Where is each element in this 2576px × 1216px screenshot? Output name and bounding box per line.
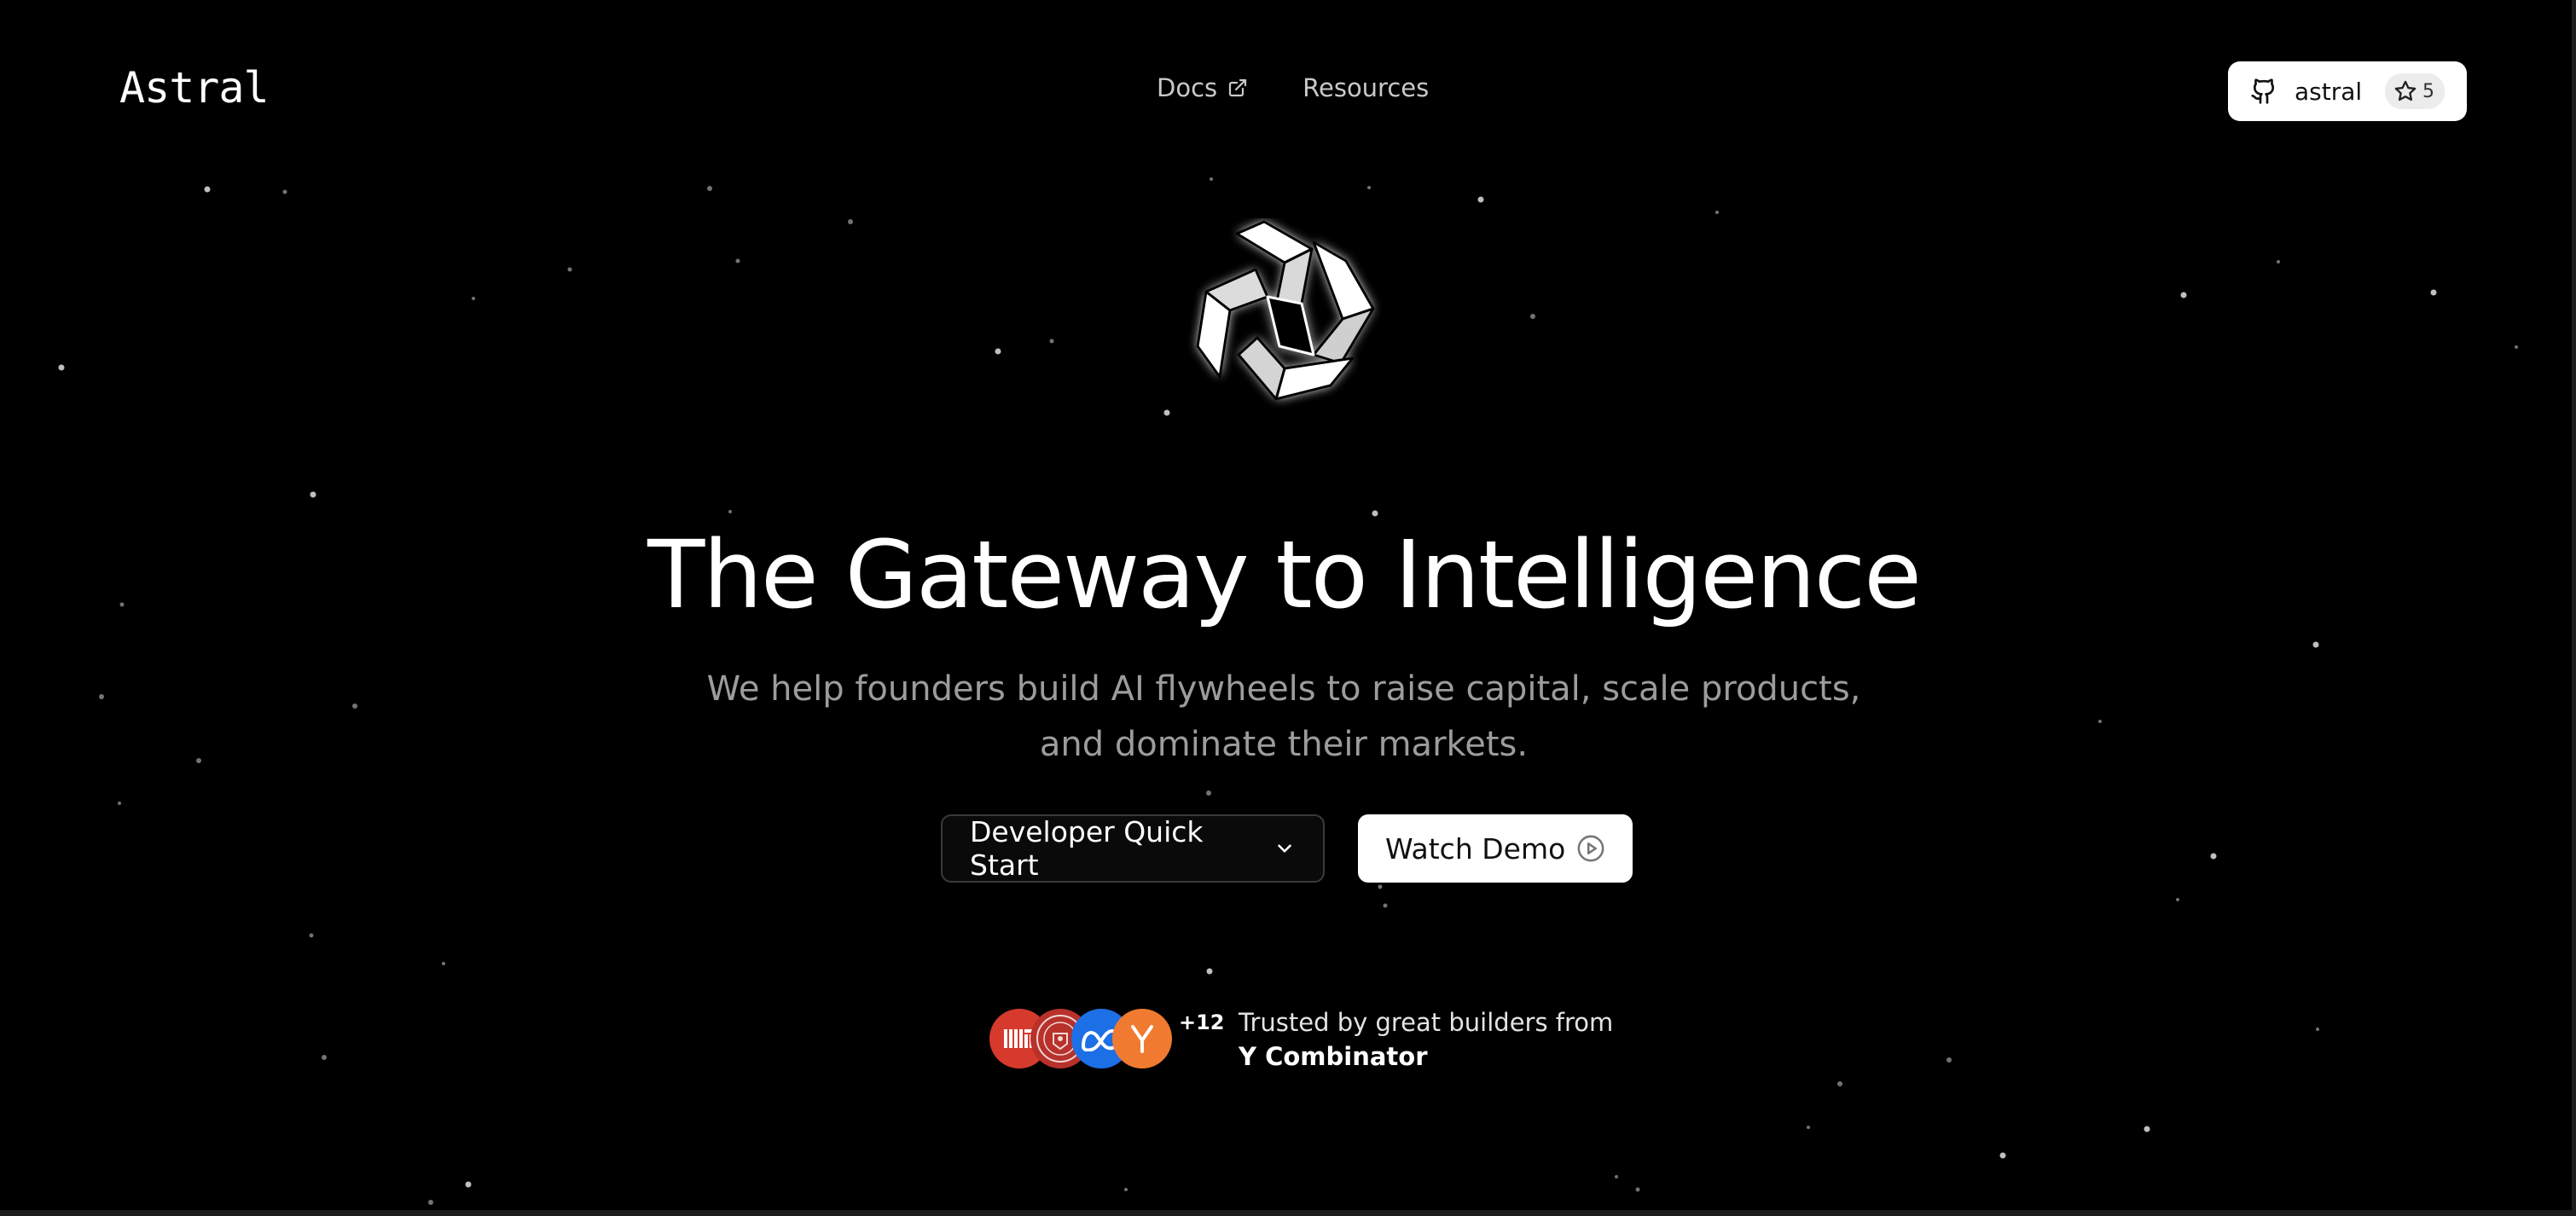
top-nav: Docs Resources (1157, 73, 1429, 102)
star-dot (204, 186, 211, 193)
external-link-icon (1227, 78, 1248, 98)
star-dot (2210, 853, 2217, 860)
star-icon (2393, 79, 2417, 103)
star-dot (2098, 720, 2102, 723)
star-dot (1049, 339, 1054, 344)
star-dot (282, 189, 287, 194)
more-logos-count: +12 (1179, 1010, 1225, 1034)
star-dot (196, 758, 201, 763)
hero-subtitle: We help founders build AI flywheels to r… (706, 669, 1861, 764)
star-dot (1999, 1152, 2006, 1159)
developer-quick-start-label: Developer Quick Start (970, 815, 1204, 882)
star-dot (442, 962, 445, 965)
star-dot (707, 186, 712, 191)
watch-demo-label: Watch Demo (1385, 831, 1566, 866)
play-circle-icon (1576, 834, 1605, 863)
astral-logo[interactable]: Astral (119, 63, 270, 113)
star-dot (2180, 292, 2187, 298)
nav-resources-label: Resources (1303, 73, 1430, 102)
star-dot (1635, 1187, 1640, 1192)
star-dot (1947, 1057, 1952, 1063)
chevron-down-icon (1273, 837, 1296, 860)
star-dot (1615, 1175, 1618, 1178)
star-dot (352, 704, 357, 709)
star-dot (309, 933, 314, 938)
star-dot (1837, 1081, 1842, 1086)
star-dot (2144, 1126, 2150, 1132)
nav-docs-label: Docs (1157, 73, 1218, 102)
window-edge-right (2572, 0, 2576, 1216)
star-dot (1372, 510, 1378, 517)
star-dot (2430, 289, 2437, 296)
star-dot (995, 348, 1001, 355)
star-dot (465, 1181, 472, 1188)
star-dot (1206, 968, 1213, 975)
star-dot (1383, 903, 1388, 908)
star-dot (1477, 196, 1484, 203)
star-dot (472, 297, 475, 300)
nav-docs-link[interactable]: Docs (1157, 73, 1248, 102)
star-dot (99, 694, 104, 699)
star-dot (2515, 345, 2518, 349)
star-dot (2312, 641, 2319, 648)
star-dot (728, 510, 732, 513)
nav-resources-link[interactable]: Resources (1303, 73, 1429, 102)
star-dot (735, 258, 740, 263)
star-dot (1715, 211, 1719, 214)
astral-mark-icon (1186, 218, 1385, 413)
star-dot (322, 1055, 327, 1060)
star-dot (2316, 1028, 2319, 1031)
star-dot (118, 802, 121, 805)
watch-demo-button[interactable]: Watch Demo (1358, 814, 1633, 883)
star-dot (1807, 1126, 1810, 1129)
star-dot (848, 219, 853, 224)
trusted-by-highlight: Y Combinator (1239, 1042, 1428, 1071)
window-edge-bottom (0, 1210, 2576, 1216)
page-frame: Astral Docs Resources astral 5 The Gatew… (0, 0, 2576, 1216)
star-dot (567, 267, 572, 272)
star-dot (2277, 260, 2280, 263)
star-dot (1210, 177, 1213, 181)
github-icon (2250, 78, 2277, 105)
hero-headline: The Gateway to Intelligence (647, 520, 1922, 629)
star-dot (428, 1200, 433, 1205)
star-dot (1530, 314, 1535, 319)
developer-quick-start-button[interactable]: Developer Quick Start (941, 814, 1325, 883)
star-dot (2176, 898, 2179, 901)
star-count: 5 (2422, 80, 2434, 102)
star-dot (1367, 186, 1371, 189)
star-dot (1163, 409, 1170, 416)
trusted-logo-stack: +12 (989, 1009, 1225, 1070)
star-dot (1206, 790, 1211, 796)
trusted-by-text: Trusted by great builders from (1239, 1008, 1614, 1037)
star-dot (310, 491, 316, 498)
star-dot (1124, 1188, 1128, 1191)
github-repo-label: astral (2295, 77, 2363, 106)
star-dot (58, 364, 65, 371)
github-repo-button[interactable]: astral 5 (2228, 61, 2467, 121)
star-count-badge: 5 (2385, 73, 2445, 109)
y-combinator-logo (1112, 1009, 1172, 1068)
star-dot (1378, 884, 1383, 889)
